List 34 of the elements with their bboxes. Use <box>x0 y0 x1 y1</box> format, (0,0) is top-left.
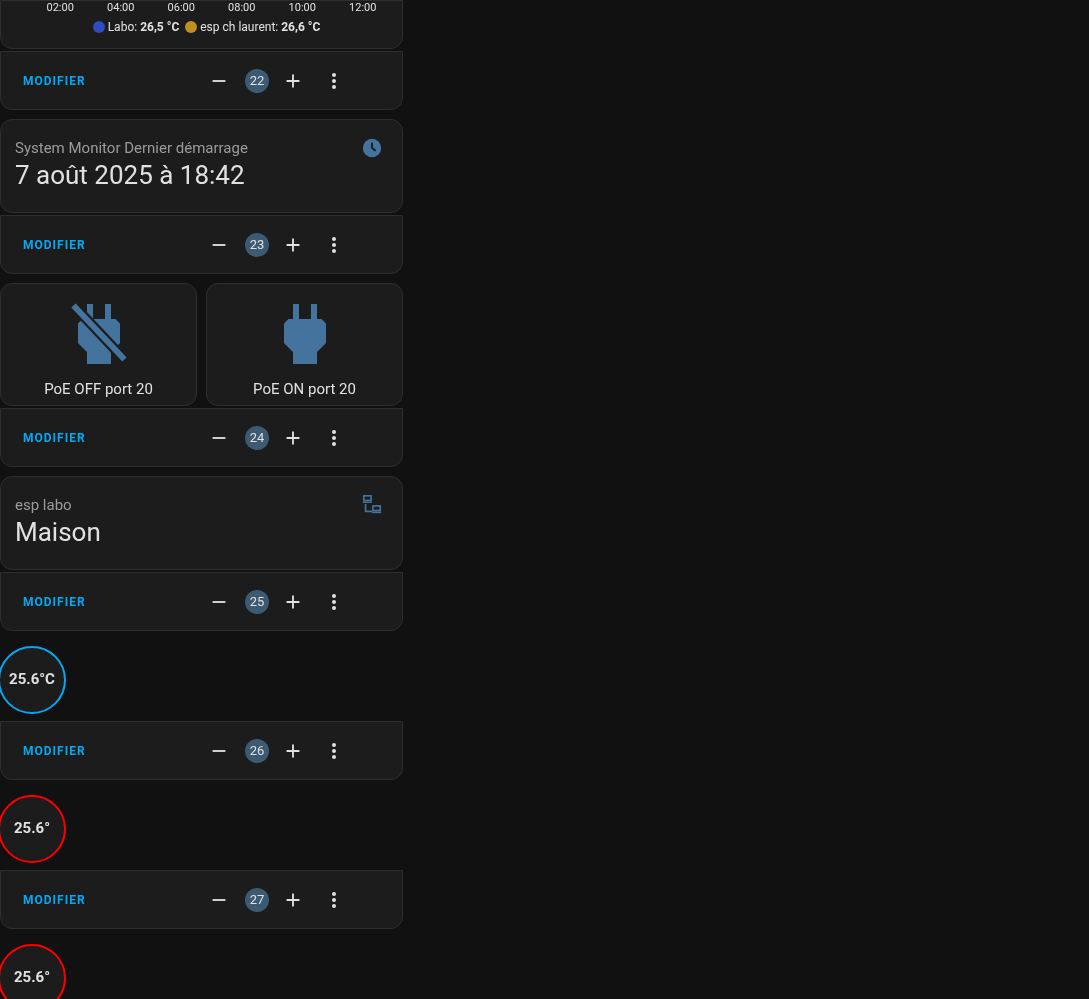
entity-name: System Monitor Dernier démarrage <box>15 138 248 158</box>
position-badge: 22 <box>245 68 269 93</box>
legend-label: esp ch laurent: 26,6 °C <box>200 19 321 36</box>
entity-name: esp labo <box>15 495 73 515</box>
clock-icon <box>361 137 383 159</box>
entity-state: 7 août 2025 à 18:42 <box>15 159 246 192</box>
axis-tick-label: 08:00 <box>228 2 256 14</box>
modifier-button[interactable]: MODIFIER <box>23 890 208 909</box>
modifier-button[interactable]: MODIFIER <box>23 71 208 90</box>
axis-tick-label: 06:00 <box>167 2 195 14</box>
axis-tick-label: 04:00 <box>107 2 135 14</box>
axis-tick-label: 02:00 <box>46 2 74 14</box>
axis-tick-label: 10:00 <box>288 2 316 14</box>
modifier-button[interactable]: MODIFIER <box>23 741 208 760</box>
more-icon[interactable] <box>330 740 338 761</box>
position-badge: 23 <box>245 232 269 257</box>
position-badge: 26 <box>245 738 269 763</box>
entity-state: Maison <box>15 516 101 549</box>
entity-button[interactable]: PoE OFF port 20 <box>0 283 197 406</box>
legend-label: Labo: 26,5 °C <box>107 19 180 36</box>
more-icon[interactable] <box>330 889 338 910</box>
position-badge: 25 <box>245 589 269 614</box>
entity-button[interactable]: PoE ON port 20 <box>206 283 403 406</box>
network-icon <box>361 494 383 516</box>
modifier-button[interactable]: MODIFIER <box>23 592 208 611</box>
modifier-button[interactable]: MODIFIER <box>23 428 208 447</box>
position-badge: 24 <box>245 425 269 450</box>
axis-tick-label: 12:00 <box>349 2 377 14</box>
more-icon[interactable] <box>330 427 338 448</box>
modifier-button[interactable]: MODIFIER <box>23 235 208 254</box>
position-badge: 27 <box>245 887 269 912</box>
more-icon[interactable] <box>330 234 338 255</box>
more-icon[interactable] <box>330 591 338 612</box>
more-icon[interactable] <box>330 70 338 91</box>
